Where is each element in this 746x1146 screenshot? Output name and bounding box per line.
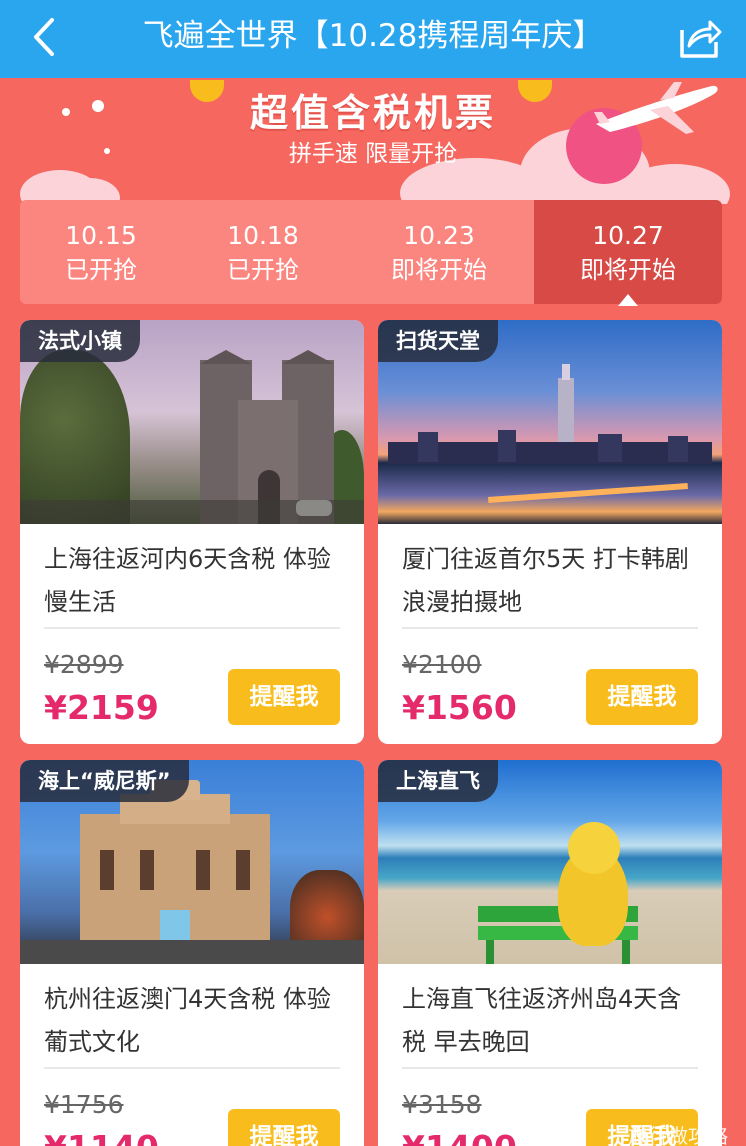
tab-status: 即将开始 xyxy=(580,256,676,284)
sale-price: ¥1140 xyxy=(44,1128,159,1146)
deal-card[interactable]: 海上“威尼斯” 杭州往返澳门4天含税 体验葡式文化 ¥1756 ¥1140 提醒… xyxy=(20,760,364,1146)
tab-status: 即将开始 xyxy=(391,256,487,284)
tab-status: 已开抢 xyxy=(227,256,299,284)
active-tab-indicator xyxy=(618,294,638,306)
deal-card[interactable]: 扫货天堂 厦门往返首尔5天 打卡韩剧浪漫拍摄地 ¥2100 ¥1560 提醒我 xyxy=(378,320,722,744)
sale-price: ¥1400 xyxy=(402,1128,517,1146)
chevron-left-icon[interactable] xyxy=(26,14,66,60)
original-price: ¥2100 xyxy=(402,650,482,679)
card-tag: 上海直飞 xyxy=(378,760,498,802)
tab-status: 已开抢 xyxy=(65,256,137,284)
date-tabs: 10.15 已开抢 10.18 已开抢 10.23 即将开始 10.27 即将开… xyxy=(20,200,722,306)
divider xyxy=(44,1067,340,1069)
divider xyxy=(44,627,340,629)
sale-price: ¥1560 xyxy=(402,688,517,727)
deal-card[interactable]: 上海直飞 上海直飞往返济州岛4天含税 早去晚回 ¥3158 ¥1400 提醒我 xyxy=(378,760,722,1146)
banner-title: 超值含税机票 xyxy=(249,91,496,135)
card-tag: 法式小镇 xyxy=(20,320,140,362)
original-price: ¥3158 xyxy=(402,1090,482,1119)
tab-1027[interactable]: 10.27 即将开始 xyxy=(534,200,722,306)
tab-1018[interactable]: 10.18 已开抢 xyxy=(182,200,344,304)
tab-1015[interactable]: 10.15 已开抢 xyxy=(20,200,182,304)
remind-me-button[interactable]: 提醒我 xyxy=(586,669,698,725)
original-price: ¥2899 xyxy=(44,650,124,679)
card-description: 杭州往返澳门4天含税 体验葡式文化 xyxy=(44,985,331,1056)
remind-me-button[interactable]: 提醒我 xyxy=(228,1109,340,1146)
card-tag: 扫货天堂 xyxy=(378,320,498,362)
page-title: 飞遍全世界【10.28携程周年庆】 xyxy=(142,18,604,54)
tab-1023[interactable]: 10.23 即将开始 xyxy=(344,200,534,304)
remind-me-button[interactable]: 提醒我 xyxy=(228,669,340,725)
tab-date: 10.27 xyxy=(592,221,664,250)
sale-price: ¥2159 xyxy=(44,688,159,727)
top-bar: 飞遍全世界【10.28携程周年庆】 xyxy=(0,0,746,78)
divider xyxy=(402,627,698,629)
share-icon[interactable] xyxy=(674,12,724,62)
tab-date: 10.15 xyxy=(65,221,137,250)
deal-card[interactable]: 法式小镇 上海往返河内6天含税 体验慢生活 ¥2899 ¥2159 提醒我 xyxy=(20,320,364,744)
card-description: 上海往返河内6天含税 体验慢生活 xyxy=(44,545,331,616)
promo-banner: 超值含税机票 拼手速 限量开抢 xyxy=(0,78,746,204)
watermark: 旅行做攻略 xyxy=(628,1124,728,1146)
divider xyxy=(402,1067,698,1069)
banner-subtitle: 拼手速 限量开抢 xyxy=(288,141,458,167)
card-tag: 海上“威尼斯” xyxy=(20,760,189,802)
tab-date: 10.23 xyxy=(403,221,475,250)
tab-date: 10.18 xyxy=(227,221,299,250)
card-description: 上海直飞往返济州岛4天含税 早去晚回 xyxy=(402,985,682,1056)
original-price: ¥1756 xyxy=(44,1090,124,1119)
card-description: 厦门往返首尔5天 打卡韩剧浪漫拍摄地 xyxy=(402,545,689,616)
